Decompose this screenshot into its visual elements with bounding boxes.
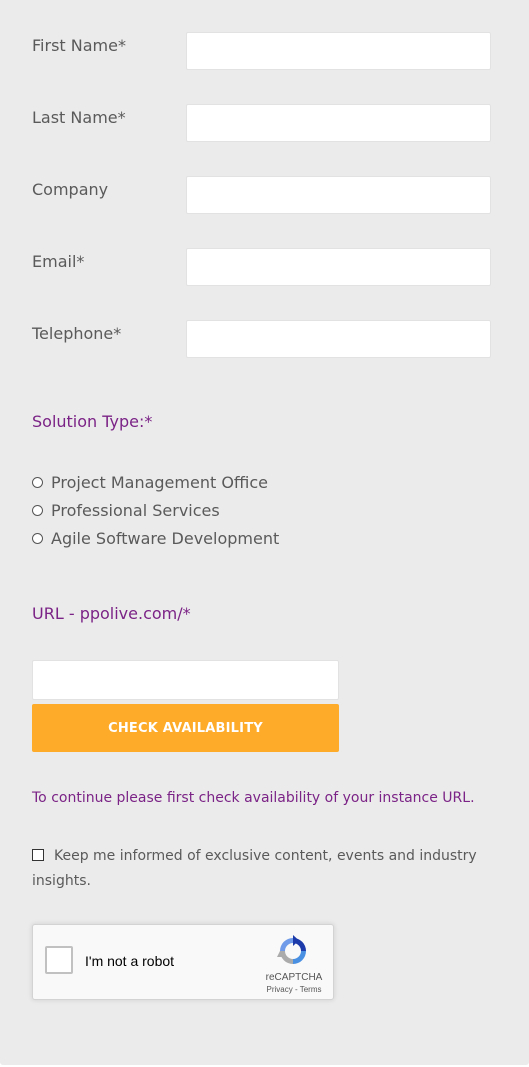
recaptcha-brand: reCAPTCHA xyxy=(265,972,323,983)
url-notice: To continue please first check availabil… xyxy=(32,790,475,806)
solution-option-professional-services[interactable]: Professional Services xyxy=(32,500,220,520)
first-name-input[interactable] xyxy=(186,32,491,70)
consent-checkbox[interactable] xyxy=(32,849,44,861)
first-name-label: First Name* xyxy=(32,36,126,55)
recaptcha-links: Privacy - Terms xyxy=(259,985,329,994)
company-input[interactable] xyxy=(186,176,491,214)
url-heading: URL - ppolive.com/* xyxy=(32,604,191,623)
radio-button[interactable] xyxy=(32,504,43,516)
check-availability-button[interactable]: CHECK AVAILABILITY xyxy=(32,704,339,752)
recaptcha-widget: I'm not a robot reCAPTCHA Privacy - Term… xyxy=(32,924,334,1000)
solution-option-pmo[interactable]: Project Management Office xyxy=(32,472,268,492)
solution-type-heading: Solution Type:* xyxy=(32,412,153,431)
email-input[interactable] xyxy=(186,248,491,286)
radio-button[interactable] xyxy=(32,532,43,544)
last-name-input[interactable] xyxy=(186,104,491,142)
recaptcha-privacy-link[interactable]: Privacy xyxy=(267,985,293,994)
telephone-label: Telephone* xyxy=(32,324,122,343)
email-label: Email* xyxy=(32,252,85,271)
recaptcha-checkbox[interactable] xyxy=(45,946,73,974)
solution-option-label: Project Management Office xyxy=(51,472,269,492)
instance-url-input[interactable] xyxy=(32,660,339,700)
company-label: Company xyxy=(32,180,109,199)
radio-button[interactable] xyxy=(32,476,43,488)
telephone-input[interactable] xyxy=(186,320,491,358)
consent-text: Keep me informed of exclusive content, e… xyxy=(32,848,477,889)
recaptcha-logo-icon xyxy=(277,935,306,964)
signup-form-panel: First Name* Last Name* Company Email* Te… xyxy=(0,0,529,1065)
last-name-label: Last Name* xyxy=(32,108,126,127)
recaptcha-separator: - xyxy=(292,985,300,994)
solution-option-label: Agile Software Development xyxy=(51,528,280,548)
marketing-consent: Keep me informed of exclusive content, e… xyxy=(32,844,482,894)
recaptcha-label: I'm not a robot xyxy=(85,953,175,969)
recaptcha-terms-link[interactable]: Terms xyxy=(300,985,322,994)
solution-option-agile[interactable]: Agile Software Development xyxy=(32,528,279,548)
solution-option-label: Professional Services xyxy=(51,500,220,520)
